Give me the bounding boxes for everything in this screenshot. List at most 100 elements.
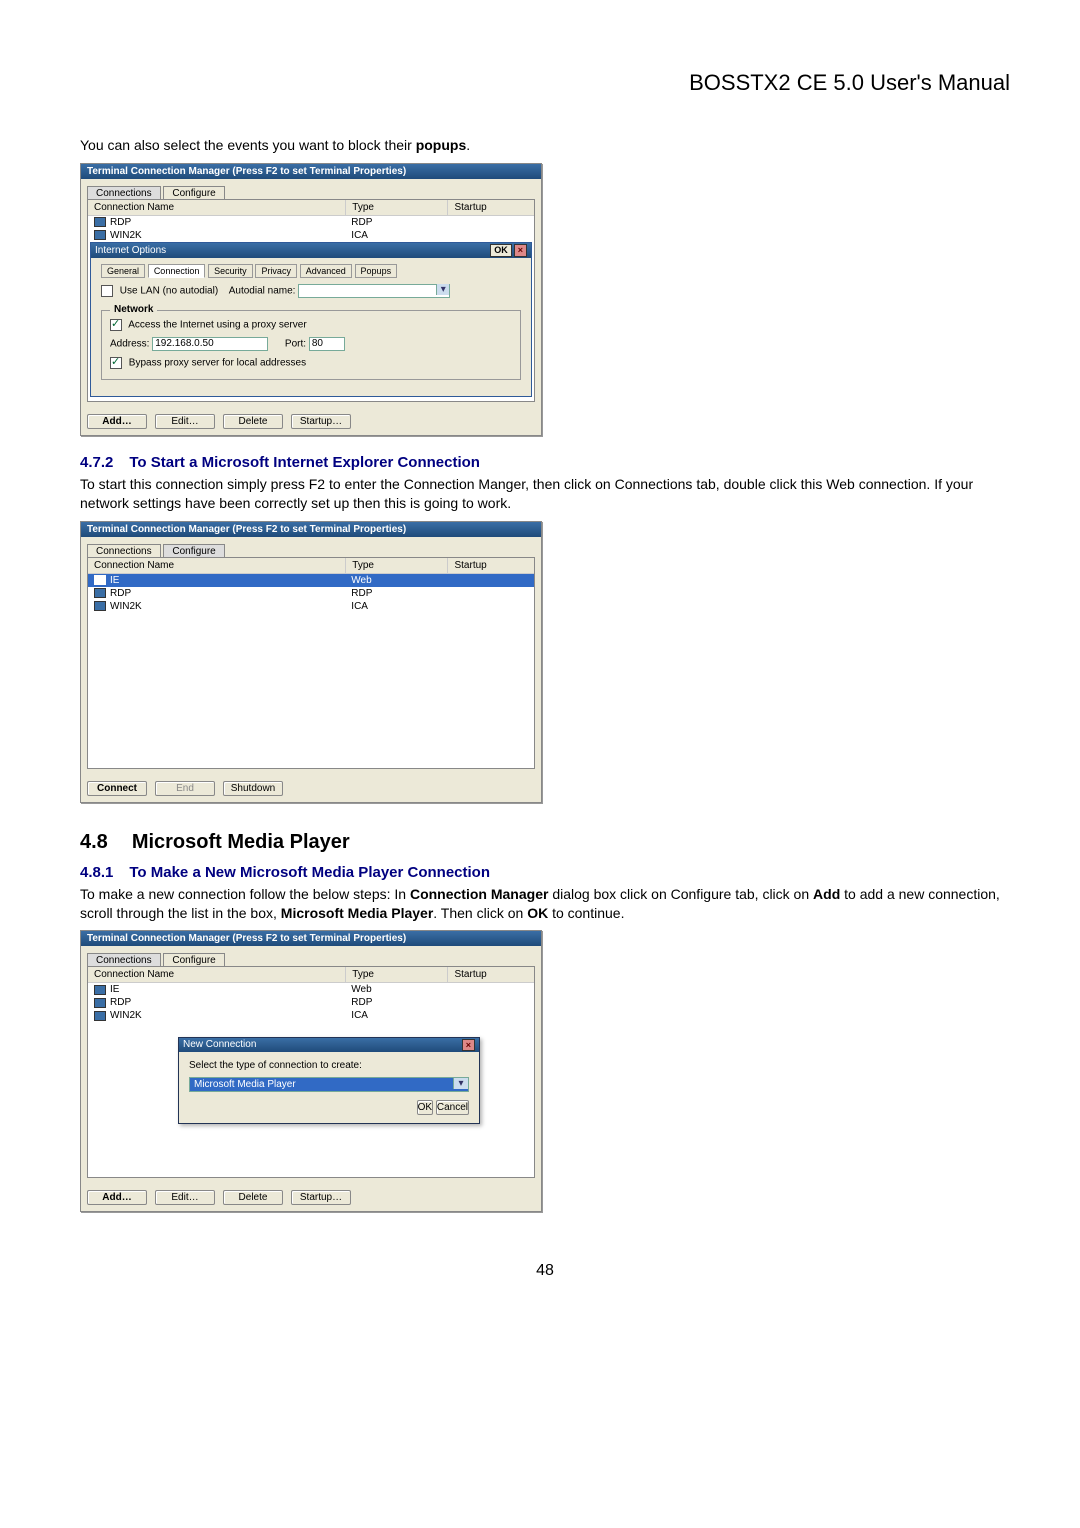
tab-popups[interactable]: Popups bbox=[355, 264, 398, 278]
screenshot-new-connection: Terminal Connection Manager (Press F2 to… bbox=[80, 930, 542, 1212]
t: RDP bbox=[110, 217, 131, 228]
network-group: Network Access the Internet using a prox… bbox=[101, 310, 521, 380]
main-tabbar: Connections Configure bbox=[81, 179, 541, 199]
bypass-checkbox[interactable] bbox=[110, 357, 122, 369]
connection-icon bbox=[94, 588, 106, 598]
tab-connections[interactable]: Connections bbox=[87, 544, 161, 558]
add-button[interactable]: Add… bbox=[87, 414, 147, 429]
connect-button[interactable]: Connect bbox=[87, 781, 147, 796]
autodial-dropdown[interactable] bbox=[298, 284, 450, 298]
button-row: Add… Edit… Delete Startup… bbox=[81, 1184, 541, 1211]
list-item[interactable]: WIN2K ICA bbox=[88, 229, 534, 242]
section-num: 4.8 bbox=[80, 831, 108, 853]
window-titlebar: Terminal Connection Manager (Press F2 to… bbox=[81, 522, 541, 537]
screenshot-internet-options: Terminal Connection Manager (Press F2 to… bbox=[80, 163, 542, 436]
t-bold: Add bbox=[813, 886, 840, 902]
close-icon[interactable]: × bbox=[514, 244, 527, 257]
close-icon[interactable]: × bbox=[462, 1039, 475, 1051]
new-connection-dialog: New Connection × Select the type of conn… bbox=[178, 1037, 480, 1124]
connections-panel: Connection Name Type Startup RDP RDP WIN… bbox=[87, 199, 535, 402]
col-type: Type bbox=[346, 967, 448, 982]
ok-button[interactable]: OK bbox=[490, 244, 512, 257]
ok-button[interactable]: OK bbox=[417, 1100, 433, 1115]
t: to continue. bbox=[548, 905, 624, 921]
use-lan-checkbox[interactable] bbox=[101, 285, 113, 297]
t: RDP bbox=[345, 216, 446, 229]
address-label: Address: bbox=[110, 339, 149, 350]
shutdown-button[interactable]: Shutdown bbox=[223, 781, 283, 796]
edit-button[interactable]: Edit… bbox=[155, 414, 215, 429]
t-bold: Connection Manager bbox=[410, 886, 548, 902]
t: dialog box click on Configure tab, click… bbox=[548, 886, 813, 902]
port-input[interactable]: 80 bbox=[309, 337, 345, 351]
address-input[interactable]: 192.168.0.50 bbox=[152, 337, 268, 351]
connection-type-dropdown[interactable]: Microsoft Media Player bbox=[189, 1077, 469, 1092]
list-item[interactable]: WIN2K ICA bbox=[88, 600, 534, 613]
io-tabbar: General Connection Security Privacy Adva… bbox=[101, 264, 521, 278]
section-num: 4.8.1 bbox=[80, 864, 113, 881]
col-startup: Startup bbox=[448, 558, 572, 573]
intro-text: You can also select the events you want … bbox=[80, 136, 1010, 155]
t: WIN2K bbox=[110, 230, 142, 241]
t-bold: popups bbox=[416, 137, 467, 153]
t: RDP bbox=[110, 997, 131, 1008]
modal-title-text: New Connection bbox=[183, 1039, 256, 1051]
bypass-label: Bypass proxy server for local addresses bbox=[129, 358, 306, 369]
t: ICA bbox=[345, 229, 446, 242]
list-item[interactable]: WIN2K ICA bbox=[88, 1009, 534, 1022]
col-startup: Startup bbox=[448, 200, 572, 215]
section-4-7-2-heading: 4.7.2To Start a Microsoft Internet Explo… bbox=[80, 454, 1010, 471]
delete-button[interactable]: Delete bbox=[223, 414, 283, 429]
t: Web bbox=[345, 574, 446, 587]
t: Web bbox=[345, 983, 446, 996]
end-button[interactable]: End bbox=[155, 781, 215, 796]
tab-configure[interactable]: Configure bbox=[163, 544, 224, 558]
t: WIN2K bbox=[110, 1010, 142, 1021]
internet-options-dialog: Internet Options OK × General Connection… bbox=[90, 242, 532, 397]
add-button[interactable]: Add… bbox=[87, 1190, 147, 1205]
network-legend: Network bbox=[110, 304, 157, 315]
section-4-8-1-body: To make a new connection follow the belo… bbox=[80, 885, 1010, 923]
list-item[interactable]: RDP RDP bbox=[88, 996, 534, 1009]
main-tabbar: Connections Configure bbox=[81, 537, 541, 557]
list-item[interactable]: IE Web bbox=[88, 983, 534, 996]
tab-privacy[interactable]: Privacy bbox=[255, 264, 297, 278]
tab-security[interactable]: Security bbox=[208, 264, 253, 278]
edit-button[interactable]: Edit… bbox=[155, 1190, 215, 1205]
tab-connections[interactable]: Connections bbox=[87, 186, 161, 200]
list-item[interactable]: RDP RDP bbox=[88, 216, 534, 229]
tab-general[interactable]: General bbox=[101, 264, 145, 278]
connections-panel: Connection Name Type Startup IE Web RDP … bbox=[87, 557, 535, 769]
modal-prompt: Select the type of connection to create: bbox=[189, 1060, 469, 1071]
tab-connections[interactable]: Connections bbox=[87, 953, 161, 967]
col-name: Connection Name bbox=[88, 200, 346, 215]
list-item[interactable]: IE Web bbox=[88, 574, 534, 587]
startup-button[interactable]: Startup… bbox=[291, 414, 351, 429]
section-4-7-2-body: To start this connection simply press F2… bbox=[80, 475, 1010, 513]
list-item[interactable]: RDP RDP bbox=[88, 587, 534, 600]
list-header: Connection Name Type Startup bbox=[88, 200, 534, 216]
t: . bbox=[466, 137, 470, 153]
modal-titlebar: New Connection × bbox=[179, 1038, 479, 1052]
tab-connection[interactable]: Connection bbox=[148, 264, 206, 278]
list-header: Connection Name Type Startup bbox=[88, 558, 534, 574]
connection-icon bbox=[94, 217, 106, 227]
cancel-button[interactable]: Cancel bbox=[436, 1100, 469, 1115]
col-name: Connection Name bbox=[88, 558, 346, 573]
page-title: BOSSTX2 CE 5.0 User's Manual bbox=[80, 70, 1010, 96]
tab-configure[interactable]: Configure bbox=[163, 953, 224, 967]
tab-configure[interactable]: Configure bbox=[163, 186, 224, 200]
col-startup: Startup bbox=[448, 967, 572, 982]
proxy-checkbox[interactable] bbox=[110, 319, 122, 331]
button-row: Connect End Shutdown bbox=[81, 775, 541, 802]
t: . Then click on bbox=[433, 905, 527, 921]
section-title: To Start a Microsoft Internet Explorer C… bbox=[129, 454, 480, 471]
delete-button[interactable]: Delete bbox=[223, 1190, 283, 1205]
tab-advanced[interactable]: Advanced bbox=[300, 264, 352, 278]
col-type: Type bbox=[346, 558, 448, 573]
t: ICA bbox=[345, 1009, 446, 1022]
t: To make a new connection follow the belo… bbox=[80, 886, 410, 902]
window-titlebar: Terminal Connection Manager (Press F2 to… bbox=[81, 164, 541, 179]
t-bold: OK bbox=[527, 905, 548, 921]
startup-button[interactable]: Startup… bbox=[291, 1190, 351, 1205]
